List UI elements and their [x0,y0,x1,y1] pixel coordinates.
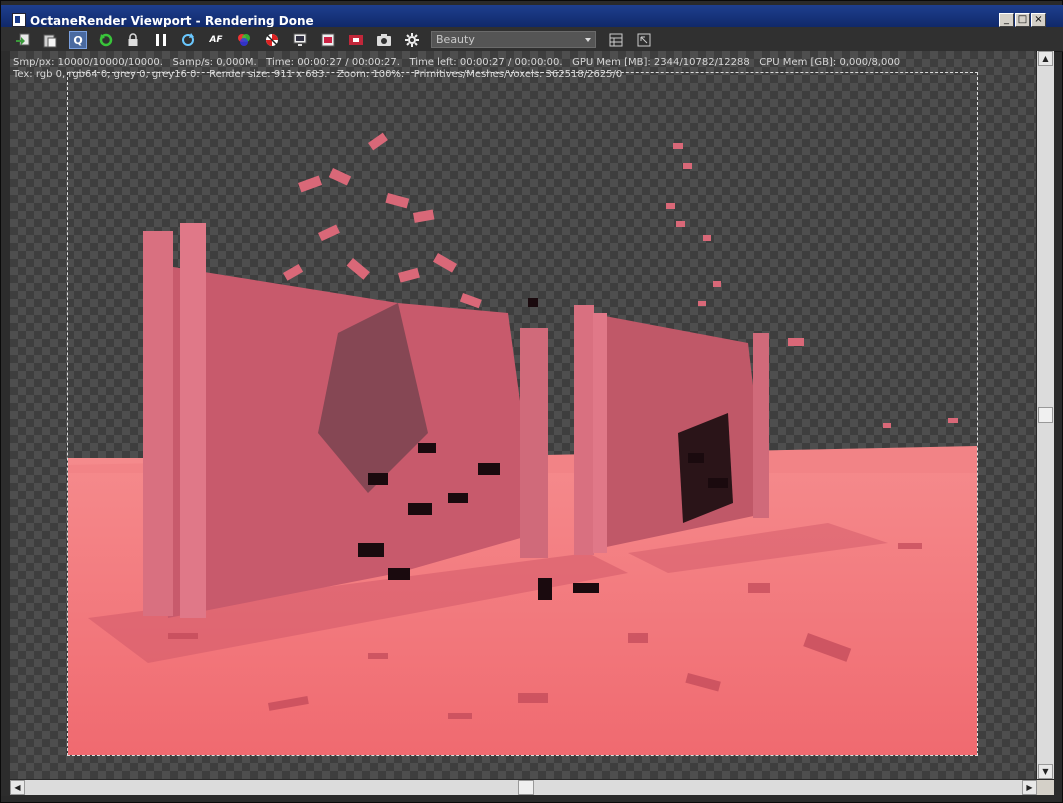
film-button[interactable] [319,31,337,49]
toolbar: Q AF Beauty [1,27,1063,52]
send-scene-icon [16,33,30,46]
q-region-button[interactable]: Q [69,31,87,49]
render-image-region [67,72,978,756]
horizontal-scroll-thumb[interactable] [518,780,534,795]
camera-icon [377,34,391,46]
left-border [1,51,10,796]
vertical-scrollbar[interactable]: ▲ ▼ [1037,51,1054,779]
camera-button[interactable] [375,31,393,49]
render-region-icon [349,35,363,45]
scroll-right-button[interactable]: ▶ [1022,780,1037,795]
display-button[interactable] [291,31,309,49]
maximize-button[interactable]: □ [1015,13,1030,27]
fit-view-icon [637,33,651,47]
render-stats-line-2: Tex: rgb 0, rgb64 0, grey 0, grey16 0. R… [13,69,623,80]
q-region-icon: Q [73,33,83,47]
pause-button[interactable] [152,31,170,49]
left-pillar-1 [143,231,173,616]
scroll-left-button[interactable]: ◀ [10,780,25,795]
color-picker-button[interactable] [235,31,253,49]
pause-icon [156,34,166,46]
film-icon [321,33,335,47]
chevron-down-icon [585,38,591,42]
refresh-icon [182,33,194,46]
af-focus-icon: AF [209,35,223,45]
send-scene-button[interactable] [14,31,32,49]
render-stats-line-1: Smp/px: 10000/10000/10000. Samp/s: 0,000… [13,57,901,68]
fit-view-button[interactable] [635,31,653,49]
horizontal-scrollbar[interactable]: ◀ ▶ [10,780,1037,795]
right-pillar-3 [753,333,769,518]
af-focus-button[interactable]: AF [207,31,225,49]
clipboard-icon [43,34,57,48]
scroll-up-button[interactable]: ▲ [1038,51,1053,66]
scrollbar-corner [1037,780,1054,795]
settings-gear-icon [405,33,419,47]
right-pillar-2 [593,313,607,553]
material-picker-button[interactable] [263,31,281,49]
render-viewport[interactable] [10,51,1036,779]
left-pillar-2 [180,223,206,618]
restart-render-button[interactable] [97,31,115,49]
refresh-button[interactable] [179,31,197,49]
lock-icon [128,33,138,46]
lock-button[interactable] [124,31,142,49]
app-window-icon[interactable] [12,13,26,27]
render-region-button[interactable] [347,31,365,49]
minimize-button[interactable]: _ [999,13,1014,27]
clipboard-button[interactable] [41,31,59,49]
material-picker-icon [266,34,278,46]
vertical-scroll-thumb[interactable] [1038,407,1053,423]
restart-icon [99,33,113,47]
color-picker-icon [238,34,250,46]
layout-icon [609,33,623,47]
display-icon [293,33,307,46]
close-button[interactable]: × [1031,13,1046,27]
title-bar[interactable]: OctaneRender Viewport - Rendering Done _… [1,5,1063,28]
rendered-image [68,132,977,755]
layout-button[interactable] [607,31,625,49]
octane-viewport-window: OctaneRender Viewport - Rendering Done _… [0,0,1063,803]
render-pass-select[interactable]: Beauty [431,31,596,48]
settings-button[interactable] [403,31,421,49]
center-pillar [520,328,548,558]
right-pillar-1 [574,305,594,555]
scroll-down-button[interactable]: ▼ [1038,764,1053,779]
render-pass-value: Beauty [436,33,475,46]
